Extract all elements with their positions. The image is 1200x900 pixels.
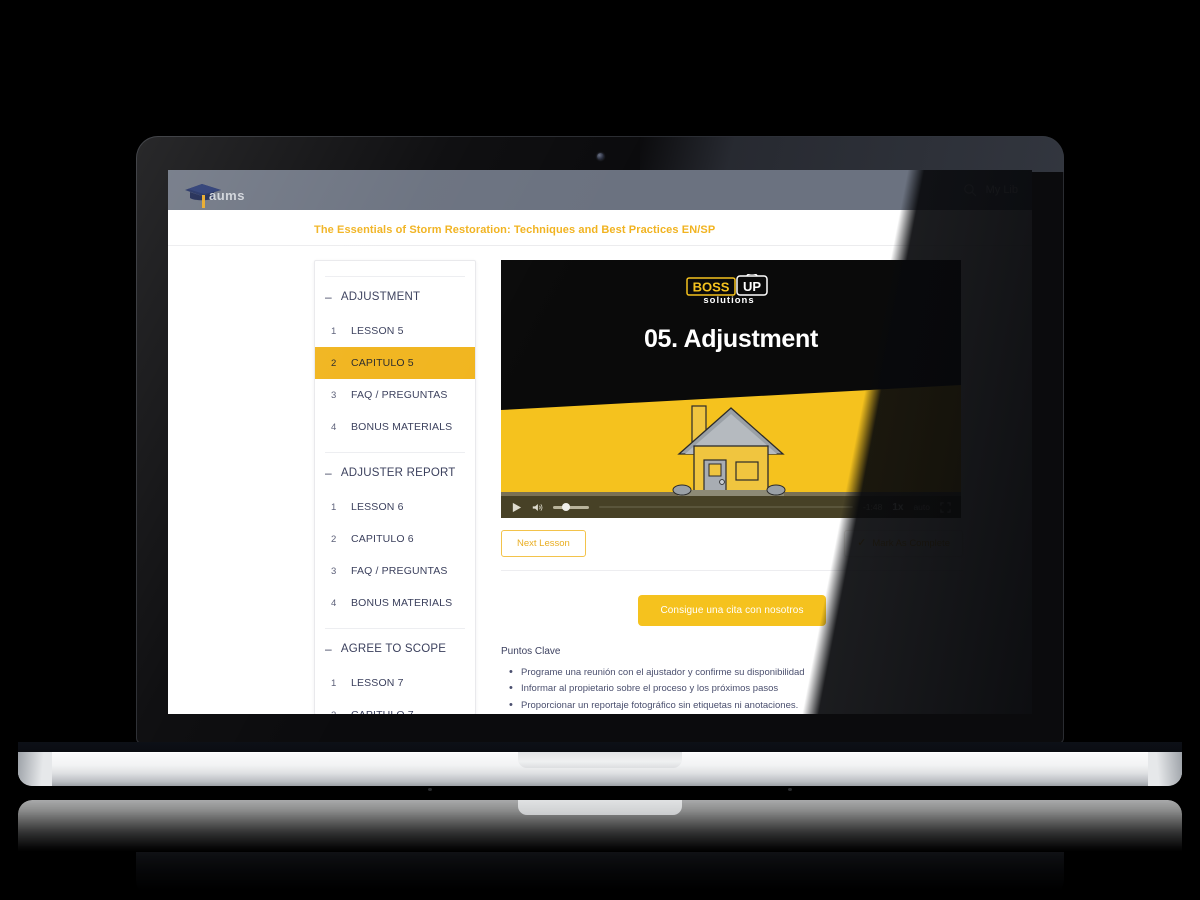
section-header[interactable]: – ADJUSTER REPORT — [315, 454, 475, 491]
sidebar-item-bonus-materials-2[interactable]: 4 BONUS MATERIALS — [315, 587, 475, 619]
notes-heading: Puntos Clave — [501, 646, 561, 657]
course-title: The Essentials of Storm Restoration: Tec… — [168, 224, 1032, 246]
lesson-number: 4 — [331, 597, 337, 609]
next-lesson-button[interactable]: Next Lesson — [501, 530, 586, 557]
laptop-front-notch — [518, 752, 682, 768]
page-body: The Essentials of Storm Restoration: Tec… — [168, 210, 1032, 714]
quality-button[interactable]: auto — [913, 502, 930, 512]
lesson-number: 1 — [331, 501, 337, 513]
time-remaining: -1:48 — [862, 502, 883, 512]
video-controls[interactable]: -1:48 1x auto — [501, 496, 961, 518]
lesson-number: 1 — [331, 677, 337, 689]
app-header: aums My Lib — [168, 170, 1032, 210]
volume-icon[interactable] — [532, 502, 543, 513]
list-item: Informar al propietario sobre el proceso… — [501, 681, 963, 697]
list-item: Proporcionar un reportaje fotográfico si… — [501, 698, 963, 714]
sidebar-item-capitulo-5[interactable]: 2 CAPITULO 5 — [315, 347, 475, 379]
lesson-action-row: Next Lesson ✓ Mark As Complete — [501, 530, 963, 571]
section-header[interactable]: – AGREE TO SCOPE — [315, 630, 475, 667]
boss-up-logo: BOSS UP solutions — [501, 274, 961, 308]
lesson-label: LESSON 6 — [351, 501, 404, 513]
mark-as-complete-button[interactable]: ✓ Mark As Complete — [844, 530, 963, 557]
lesson-label: FAQ / PREGUNTAS — [351, 565, 448, 577]
sidebar-item-faq-preguntas-2[interactable]: 3 FAQ / PREGUNTAS — [315, 555, 475, 587]
sidebar-item-lesson-7[interactable]: 1 LESSON 7 — [315, 667, 475, 699]
play-icon[interactable] — [511, 502, 522, 513]
list-item: Programe una reunión con el ajustador y … — [501, 665, 963, 681]
sidebar-item-faq-preguntas-1[interactable]: 3 FAQ / PREGUNTAS — [315, 379, 475, 411]
sidebar-item-bonus-materials-1[interactable]: 4 BONUS MATERIALS — [315, 411, 475, 443]
sidebar-section-adjustment: – ADJUSTMENT 1 LESSON 5 2 CAPITULO 5 3 F… — [315, 277, 475, 443]
sidebar-item-lesson-5[interactable]: 1 LESSON 5 — [315, 315, 475, 347]
house-illustration — [672, 405, 786, 496]
base-foot-right — [788, 788, 792, 791]
svg-text:UP: UP — [743, 279, 761, 294]
sidebar-item-capitulo-6[interactable]: 2 CAPITULO 6 — [315, 523, 475, 555]
lesson-number: 2 — [331, 710, 337, 715]
section-title: ADJUSTER REPORT — [340, 467, 456, 479]
lesson-number: 1 — [331, 325, 337, 337]
header-right-group: My Lib — [963, 183, 1018, 197]
video-progress-bar[interactable] — [599, 505, 853, 509]
logo-accent-bar — [202, 195, 205, 208]
minus-icon[interactable]: – — [325, 291, 332, 303]
screenshot-stage: aums My Lib The Essentials of Storm Rest… — [0, 0, 1200, 900]
lesson-label: CAPITULO 7 — [351, 709, 414, 714]
volume-slider[interactable] — [553, 503, 589, 511]
lesson-label: FAQ / PREGUNTAS — [351, 389, 448, 401]
lesson-number: 3 — [331, 389, 337, 401]
lesson-number: 2 — [331, 533, 337, 545]
my-library-link[interactable]: My Lib — [986, 184, 1018, 196]
sidebar-section-agree-to-scope: – AGREE TO SCOPE 1 LESSON 7 2 CAPITULO 7 — [315, 629, 475, 714]
base-foot-left — [428, 788, 432, 791]
sidebar-section-adjuster-report: – ADJUSTER REPORT 1 LESSON 6 2 CAPITULO … — [315, 453, 475, 619]
boss-up-logo-icon: BOSS UP solutions — [686, 274, 768, 306]
lesson-label: BONUS MATERIALS — [351, 597, 453, 609]
lesson-label: CAPITULO 5 — [351, 357, 414, 369]
lesson-notes: Puntos Clave Programe una reunión con el… — [501, 646, 963, 714]
video-player[interactable]: BOSS UP solutions 05. Adjustment -1:48 1… — [501, 260, 961, 518]
svg-text:solutions: solutions — [703, 295, 754, 306]
lesson-sidebar[interactable]: – ADJUSTMENT 1 LESSON 5 2 CAPITULO 5 3 F… — [314, 260, 476, 714]
section-title: AGREE TO SCOPE — [340, 643, 447, 655]
app-logo-text: aums — [209, 188, 245, 203]
notes-list: Programe una reunión con el ajustador y … — [501, 665, 963, 714]
lesson-number: 2 — [331, 357, 337, 369]
mark-complete-label: Mark As Complete — [872, 538, 950, 549]
section-header[interactable]: – ADJUSTMENT — [315, 278, 475, 315]
lesson-number: 3 — [331, 565, 337, 577]
lesson-label: CAPITULO 6 — [351, 533, 414, 545]
laptop-screen: aums My Lib The Essentials of Storm Rest… — [168, 170, 1032, 714]
sidebar-item-capitulo-7[interactable]: 2 CAPITULO 7 — [315, 699, 475, 714]
fullscreen-icon[interactable] — [940, 501, 951, 513]
volume-slider-knob[interactable] — [562, 503, 570, 511]
playback-rate-button[interactable]: 1x — [892, 502, 903, 513]
reflection-notch — [518, 800, 682, 815]
minus-icon[interactable]: – — [325, 643, 332, 655]
sidebar-item-lesson-6[interactable]: 1 LESSON 6 — [315, 491, 475, 523]
reflection-lid — [136, 852, 1064, 900]
section-title: ADJUSTMENT — [340, 291, 421, 303]
schedule-appointment-button[interactable]: Consigue una cita con nosotros — [638, 595, 826, 626]
video-title: 05. Adjustment — [643, 325, 819, 353]
lesson-number: 4 — [331, 421, 337, 433]
lesson-label: LESSON 5 — [351, 325, 404, 337]
lesson-label: BONUS MATERIALS — [351, 421, 453, 433]
app-logo[interactable]: aums — [184, 177, 260, 208]
main-column: BOSS UP solutions 05. Adjustment -1:48 1… — [501, 260, 963, 714]
check-icon: ✓ — [857, 537, 867, 549]
webcam-icon — [597, 153, 604, 160]
minus-icon[interactable]: – — [325, 467, 332, 479]
svg-text:BOSS: BOSS — [693, 280, 730, 295]
content-row: – ADJUSTMENT 1 LESSON 5 2 CAPITULO 5 3 F… — [168, 246, 1032, 714]
lesson-label: LESSON 7 — [351, 677, 404, 689]
cta-wrapper: Consigue una cita con nosotros — [501, 595, 963, 626]
search-icon[interactable] — [963, 183, 977, 197]
